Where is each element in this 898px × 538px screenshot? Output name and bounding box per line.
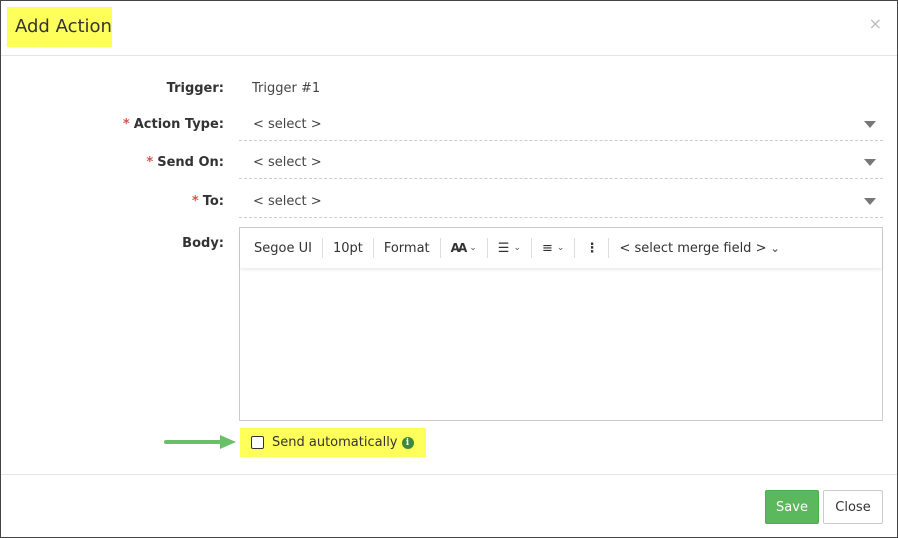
format-dropdown[interactable]: Format: [374, 241, 440, 256]
info-icon[interactable]: i: [401, 436, 414, 449]
send-automatically-label: Send automatically: [272, 435, 398, 450]
send-on-label: * Send On:: [146, 155, 224, 170]
font-size-dropdown[interactable]: 10pt: [323, 241, 373, 256]
list-dropdown[interactable]: ☰ ⌄: [488, 241, 531, 256]
action-type-select[interactable]: < select >: [239, 111, 883, 141]
select-value: < select >: [253, 155, 322, 170]
header-divider: [1, 55, 897, 56]
required-marker: *: [191, 194, 199, 209]
chevron-down-icon: ⌄: [556, 243, 565, 253]
chevron-down-icon: ⌄: [513, 243, 521, 253]
align-icon: ≡: [541, 240, 553, 256]
font-size-icon: AA: [450, 241, 468, 255]
to-select[interactable]: < select >: [239, 188, 883, 218]
font-family-dropdown[interactable]: Segoe UI: [244, 241, 322, 256]
label-text: To:: [202, 194, 224, 209]
align-dropdown[interactable]: ≡ ⌄: [532, 241, 574, 256]
footer-divider: [1, 474, 897, 475]
trigger-value: Trigger #1: [252, 81, 321, 96]
more-button[interactable]: ⋮: [575, 241, 608, 256]
select-value: < select >: [253, 194, 322, 209]
caret-down-icon: [864, 159, 876, 166]
send-on-select[interactable]: < select >: [239, 149, 883, 179]
select-value: < select >: [253, 117, 322, 132]
send-automatically-checkbox[interactable]: [251, 436, 264, 449]
font-size-icon-dropdown[interactable]: AA ⌄: [441, 241, 487, 255]
chevron-down-icon: ⌄: [469, 243, 477, 253]
close-button[interactable]: Close: [823, 490, 883, 524]
merge-field-label: < select merge field >: [619, 240, 767, 256]
editor-toolbar: Segoe UI 10pt Format AA ⌄ ☰ ⌄ ≡ ⌄ ⋮ < selec…: [240, 228, 882, 268]
label-text: Action Type:: [133, 117, 224, 132]
label-text: Send On:: [157, 155, 224, 170]
merge-field-dropdown[interactable]: < select merge field > ⌄: [609, 241, 789, 256]
required-marker: *: [122, 117, 130, 132]
save-button[interactable]: Save: [765, 490, 819, 524]
to-label: * To:: [192, 194, 224, 209]
list-icon: ☰: [497, 240, 510, 256]
body-label: Body:: [182, 236, 224, 251]
caret-down-icon: [864, 121, 876, 128]
action-type-label: * Action Type:: [123, 117, 224, 132]
trigger-label: Trigger:: [166, 81, 224, 96]
close-icon[interactable]: ×: [869, 14, 882, 33]
required-marker: *: [146, 155, 154, 170]
body-editor[interactable]: Segoe UI 10pt Format AA ⌄ ☰ ⌄ ≡ ⌄ ⋮ < selec…: [239, 227, 883, 421]
send-automatically-row[interactable]: Send automatically i: [240, 428, 426, 457]
caret-down-icon: [864, 198, 876, 205]
green-arrow-icon: [164, 435, 236, 449]
more-vertical-icon: ⋮: [585, 240, 599, 256]
chevron-down-icon: ⌄: [770, 241, 780, 255]
dialog-title: Add Action: [7, 7, 112, 47]
